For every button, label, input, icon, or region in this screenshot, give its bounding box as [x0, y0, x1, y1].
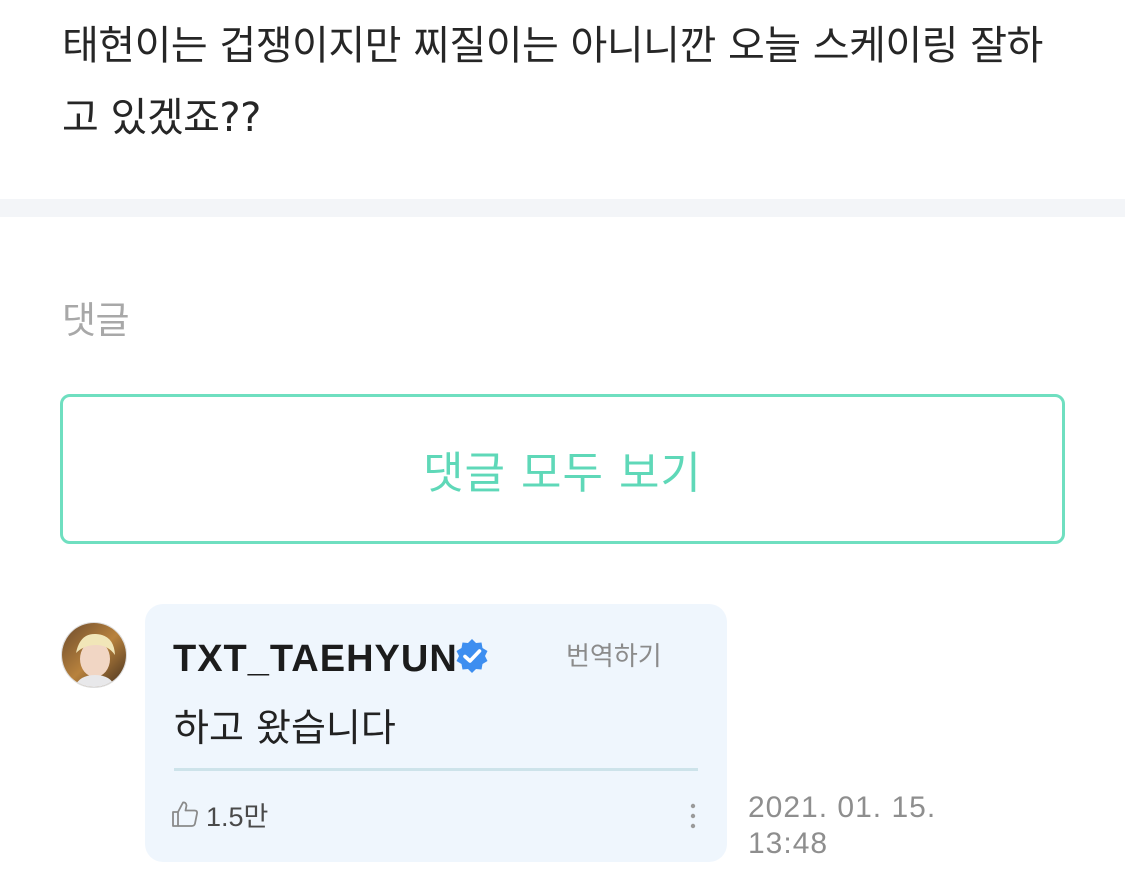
thumbs-up-icon [172, 801, 198, 827]
comments-heading: 댓글 [62, 299, 130, 342]
avatar-image [62, 623, 126, 687]
comment-bubble: TXT_TAEHYUN 번역하기 하고 왔습니다 1.5만 [145, 604, 727, 862]
comment-time: 13:48 [748, 827, 829, 860]
avatar[interactable] [61, 622, 127, 688]
view-all-comments-button[interactable]: 댓글 모두 보기 [60, 394, 1065, 544]
section-divider [0, 199, 1125, 217]
comment-date: 2021. 01. 15. [748, 791, 937, 824]
page: 태현이는 겁쟁이지만 찌질이는 아니니깐 오늘 스케이링 잘하고 있겠죠?? 댓… [0, 0, 1125, 891]
comment-author[interactable]: TXT_TAEHYUN [173, 638, 458, 681]
comment-timestamp: 2021. 01. 15. 13:48 [748, 790, 936, 862]
verified-badge-icon [456, 639, 488, 673]
comment-divider [174, 768, 698, 771]
like-count: 1.5만 [206, 801, 269, 832]
post-body: 태현이는 겁쟁이지만 찌질이는 아니니깐 오늘 스케이링 잘하고 있겠죠?? [62, 23, 1043, 141]
like-button[interactable]: 1.5만 [170, 796, 268, 832]
comment-text: 하고 왔습니다 [174, 706, 396, 750]
translate-link[interactable]: 번역하기 [566, 636, 662, 673]
more-vertical-icon[interactable] [685, 802, 701, 832]
